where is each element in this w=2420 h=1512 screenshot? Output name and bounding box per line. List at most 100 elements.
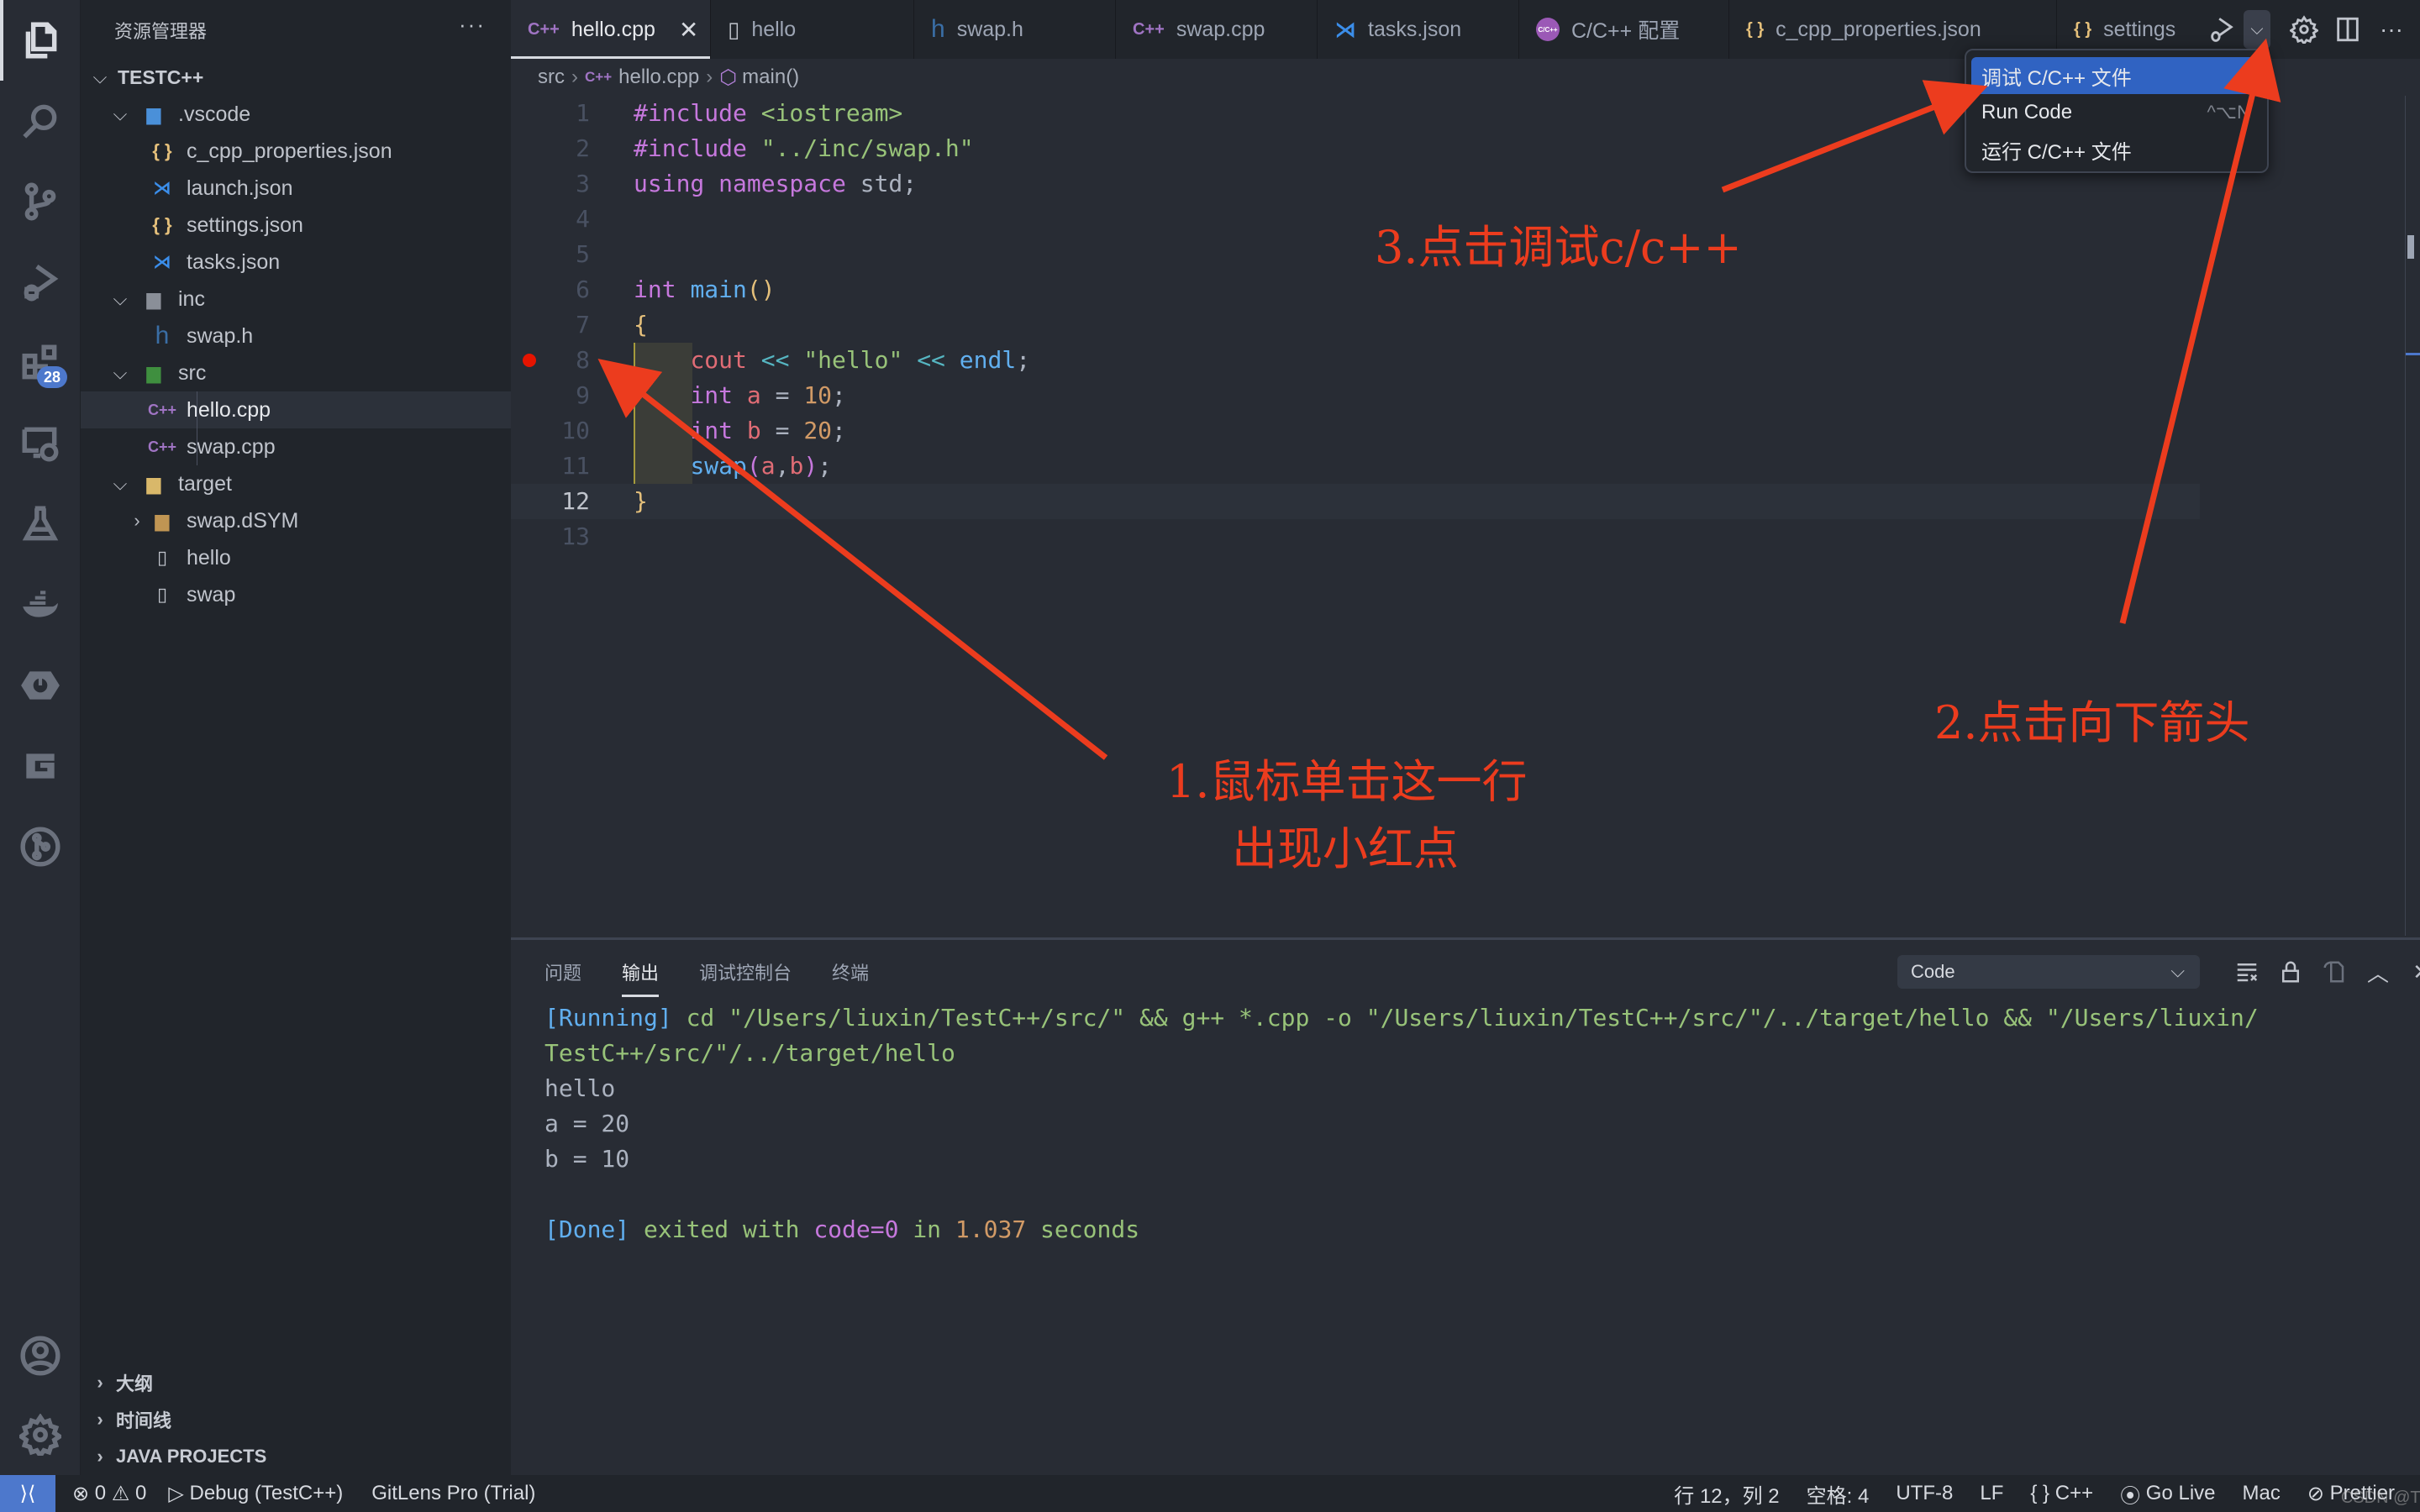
- code-line[interactable]: 9 int a = 10;: [511, 378, 2200, 413]
- section-outline[interactable]: › 大纲: [81, 1364, 511, 1401]
- platform-indicator[interactable]: Mac: [2243, 1482, 2281, 1505]
- tree-item-hello[interactable]: ▯ hello: [81, 539, 511, 576]
- line-number[interactable]: 12: [511, 484, 590, 519]
- line-number[interactable]: 7: [511, 307, 590, 343]
- more-actions-button[interactable]: ···: [2370, 8, 2413, 51]
- code-line[interactable]: 10 int b = 20;: [511, 413, 2200, 449]
- code-line[interactable]: 5: [511, 237, 2200, 272]
- menu-item-run-cpp[interactable]: 运行 C/C++ 文件: [1971, 131, 2262, 168]
- panel-tab-terminal[interactable]: 终端: [832, 958, 869, 997]
- tree-item-src[interactable]: ⌵ ▆ src: [81, 354, 511, 391]
- menu-item-debug-cpp[interactable]: 调试 C/C++ 文件: [1971, 57, 2262, 94]
- settings-button[interactable]: [2282, 8, 2326, 51]
- indentation[interactable]: 空格: 4: [1807, 1479, 1870, 1509]
- activity-git-graph[interactable]: [0, 806, 81, 887]
- code-line[interactable]: 8 cout << "hello" << endl;: [511, 343, 2200, 378]
- breadcrumb-symbol[interactable]: main(): [742, 66, 799, 89]
- breadcrumb-file[interactable]: hello.cpp: [618, 66, 699, 89]
- tree-item-c-cpp-properties[interactable]: { } c_cpp_properties.json: [81, 133, 511, 170]
- activity-remote-explorer[interactable]: [0, 403, 81, 484]
- tree-item-inc[interactable]: ⌵ ▆ inc: [81, 281, 511, 318]
- tree-item-swap-h[interactable]: h swap.h: [81, 318, 511, 354]
- tree-item-vscode[interactable]: ⌵ ▆ .vscode: [81, 96, 511, 133]
- code-line[interactable]: 1 #include <iostream>: [511, 96, 2200, 131]
- tree-item-target[interactable]: ⌵ ▆ target: [81, 465, 511, 502]
- line-number[interactable]: 9: [511, 378, 590, 413]
- run-debug-button[interactable]: [2200, 8, 2244, 51]
- tab-swap-h[interactable]: h swap.h: [914, 0, 1116, 59]
- activity-manage[interactable]: [0, 1394, 81, 1475]
- end-of-line[interactable]: LF: [1980, 1482, 2003, 1505]
- tab-tasks-json[interactable]: ⋊ tasks.json: [1318, 0, 1519, 59]
- line-number[interactable]: 10: [511, 413, 590, 449]
- panel-tab-debug-console[interactable]: 调试控制台: [699, 958, 792, 997]
- explorer-more-actions-button[interactable]: ···: [459, 12, 486, 38]
- maximize-panel-button[interactable]: ︿: [2356, 955, 2400, 989]
- go-live-button[interactable]: ⦿ Go Live: [2120, 1479, 2215, 1509]
- activity-run-debug[interactable]: [0, 242, 81, 323]
- line-number[interactable]: 2: [511, 131, 590, 166]
- activity-explorer[interactable]: [0, 0, 81, 81]
- line-number[interactable]: 1: [511, 96, 590, 131]
- code-line[interactable]: 11 swap(a,b);: [511, 449, 2200, 484]
- open-output-editor-button[interactable]: [2312, 955, 2356, 989]
- code-line[interactable]: 6 int main(): [511, 272, 2200, 307]
- tree-item-settings-json[interactable]: { } settings.json: [81, 207, 511, 244]
- language-mode[interactable]: { } C++: [2030, 1482, 2093, 1505]
- debug-config-indicator[interactable]: ▷ Debug (TestC++): [168, 1482, 343, 1506]
- gitlens-indicator[interactable]: GitLens Pro (Trial): [371, 1482, 535, 1505]
- line-number[interactable]: 13: [511, 519, 590, 554]
- tree-item-swap-dsym[interactable]: › ▆ swap.dSYM: [81, 502, 511, 539]
- panel-tab-output[interactable]: 输出: [622, 958, 660, 997]
- tree-item-swap[interactable]: ▯ swap: [81, 576, 511, 613]
- tab-hello-cpp[interactable]: C++ hello.cpp ✕: [511, 0, 711, 59]
- menu-item-run-code[interactable]: Run Code ^⌥N: [1971, 94, 2262, 131]
- line-number[interactable]: 3: [511, 166, 590, 202]
- activity-gitlens[interactable]: [0, 726, 81, 806]
- line-number[interactable]: 11: [511, 449, 590, 484]
- tab-hello[interactable]: ▯ hello: [711, 0, 914, 59]
- line-number[interactable]: 5: [511, 237, 590, 272]
- remote-indicator-button[interactable]: ⟩⟨: [0, 1475, 55, 1512]
- clear-output-button[interactable]: [2225, 955, 2269, 989]
- tree-item-swap-cpp[interactable]: C++ swap.cpp: [81, 428, 511, 465]
- tab-cpp-config[interactable]: C/C++ C/C++ 配置: [1519, 0, 1729, 59]
- code-line[interactable]: 7{: [511, 307, 2200, 343]
- panel-tab-problems[interactable]: 问题: [544, 958, 581, 997]
- line-number[interactable]: 8: [511, 343, 590, 378]
- activity-accounts[interactable]: [0, 1315, 81, 1396]
- prettier-indicator[interactable]: ⊘ Prettier CSDN @Track 来者居上: [2307, 1482, 2420, 1507]
- activity-spring-boot[interactable]: [0, 645, 81, 726]
- editor-scrollbar[interactable]: [2405, 96, 2420, 936]
- code-line[interactable]: 12}: [511, 484, 2200, 519]
- split-editor-button[interactable]: [2326, 8, 2370, 51]
- cursor-position[interactable]: 行 12，列 2: [1674, 1479, 1779, 1509]
- close-panel-button[interactable]: ✕: [2400, 955, 2420, 989]
- tree-item-hello-cpp[interactable]: C++ hello.cpp: [81, 391, 511, 428]
- output-channel-select[interactable]: Code ⌵: [1897, 955, 2200, 989]
- code-line[interactable]: 13: [511, 519, 2200, 554]
- tab-swap-cpp[interactable]: C++ swap.cpp: [1116, 0, 1318, 59]
- line-number[interactable]: 4: [511, 202, 590, 237]
- problems-indicator[interactable]: ⊗ 0 ⚠ 0: [72, 1482, 146, 1506]
- code-line[interactable]: 2 #include "../inc/swap.h": [511, 131, 2200, 166]
- activity-docker[interactable]: [0, 564, 81, 645]
- close-icon[interactable]: ✕: [679, 16, 698, 44]
- braces-icon: { }: [2030, 1482, 2050, 1504]
- tree-item-launch-json[interactable]: ⋊ launch.json: [81, 170, 511, 207]
- line-number[interactable]: 6: [511, 272, 590, 307]
- code-line[interactable]: 3 using namespace std;: [511, 166, 2200, 202]
- section-java-projects[interactable]: › JAVA PROJECTS: [81, 1438, 511, 1475]
- tree-item-tasks-json[interactable]: ⋊ tasks.json: [81, 244, 511, 281]
- activity-extensions[interactable]: 28: [0, 323, 81, 403]
- lock-scroll-button[interactable]: [2269, 955, 2312, 989]
- run-options-dropdown-button[interactable]: ⌵: [2244, 10, 2270, 49]
- activity-testing[interactable]: [0, 484, 81, 564]
- workspace-root[interactable]: ⌵ TESTC++: [81, 59, 511, 96]
- code-line[interactable]: 4: [511, 202, 2200, 237]
- breadcrumb-src[interactable]: src: [538, 66, 565, 89]
- section-timeline[interactable]: › 时间线: [81, 1401, 511, 1438]
- activity-search[interactable]: [0, 81, 81, 161]
- encoding[interactable]: UTF-8: [1896, 1482, 1953, 1505]
- activity-source-control[interactable]: [0, 161, 81, 242]
